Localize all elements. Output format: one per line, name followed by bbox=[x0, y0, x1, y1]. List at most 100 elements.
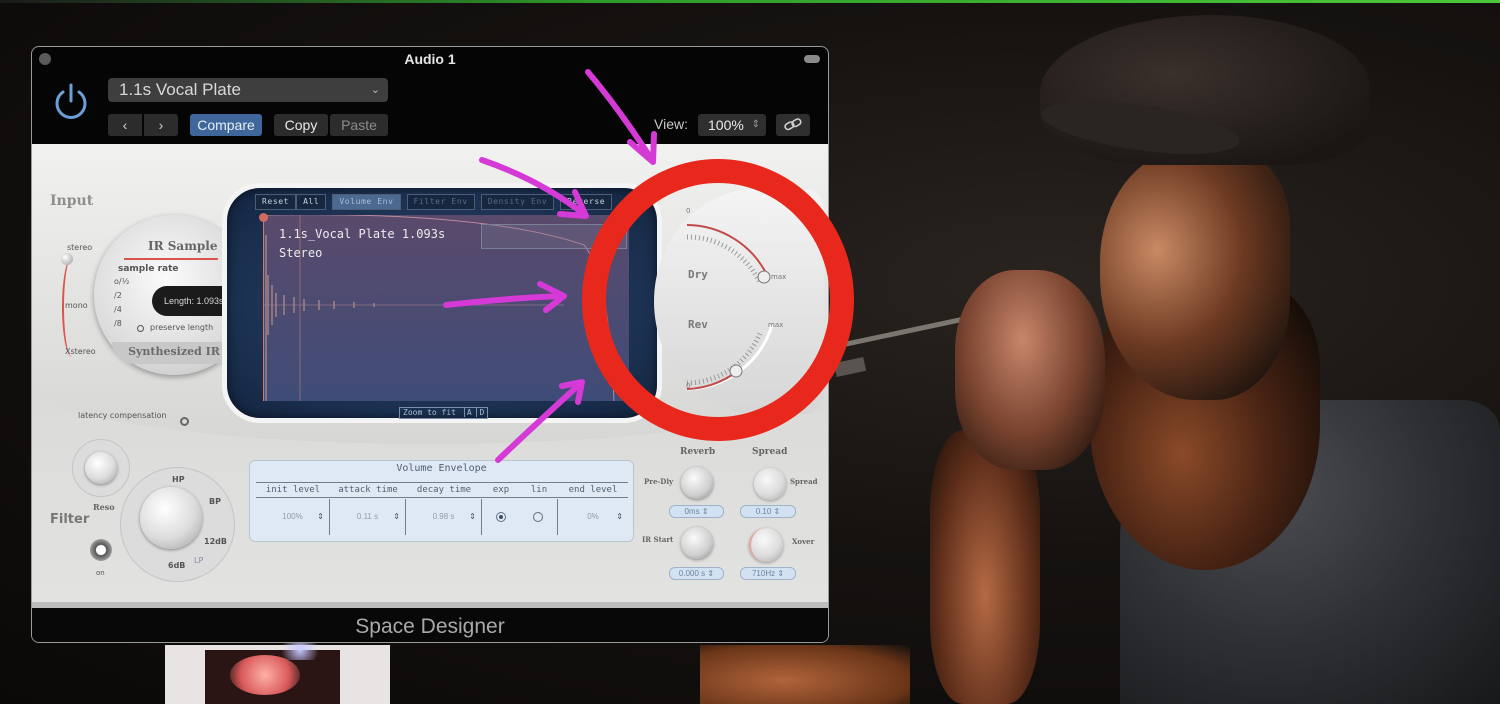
predly-label: Pre-Dly bbox=[644, 477, 674, 486]
dry-slider-handle[interactable] bbox=[757, 270, 771, 284]
preset-dropdown[interactable]: 1.1s Vocal Plate ⌄ bbox=[108, 78, 388, 102]
zoom-a-button[interactable]: A bbox=[463, 408, 472, 417]
tab-filter-env[interactable]: Filter Env bbox=[406, 194, 475, 210]
reset-button[interactable]: Reset bbox=[255, 194, 297, 210]
rev-slider-track[interactable] bbox=[686, 324, 774, 391]
background-arm bbox=[700, 645, 910, 704]
tab-density-env[interactable]: Density Env bbox=[480, 194, 555, 210]
envelope-start-handle[interactable] bbox=[259, 213, 268, 222]
power-icon[interactable] bbox=[50, 81, 92, 123]
window-pill-button[interactable] bbox=[804, 55, 820, 63]
irstart-value: 0.000 s bbox=[678, 569, 706, 578]
input-slider-handle[interactable] bbox=[61, 253, 73, 265]
up-down-icon: ⇕ bbox=[393, 512, 400, 521]
preset-name: 1.1s Vocal Plate bbox=[119, 80, 241, 99]
predly-field[interactable]: 0ms ⇕ bbox=[669, 505, 724, 518]
paste-button[interactable]: Paste bbox=[330, 114, 388, 136]
reso-label: Reso bbox=[93, 502, 115, 512]
zoom-d-button[interactable]: D bbox=[476, 408, 485, 417]
col-decay-time: decay time bbox=[416, 485, 472, 495]
end-level-field[interactable]: 0% ⇕ bbox=[558, 499, 628, 535]
col-init-level: init level bbox=[265, 485, 321, 495]
up-down-icon: ⇕ bbox=[751, 119, 760, 130]
waveform-overview[interactable] bbox=[481, 224, 627, 249]
chevron-down-icon: ⌄ bbox=[370, 84, 380, 96]
decay-time-field[interactable]: 0.98 s ⇕ bbox=[406, 499, 482, 535]
ir-length-value: Length: 1.093s bbox=[164, 296, 224, 306]
init-level-field[interactable]: 100% ⇕ bbox=[256, 499, 330, 535]
predly-knob[interactable] bbox=[681, 467, 713, 499]
ir-sample-indicator bbox=[124, 258, 218, 260]
sample-rate-option[interactable]: o/½ bbox=[114, 277, 129, 286]
sample-rate-option[interactable]: /2 bbox=[114, 291, 122, 300]
singer-face bbox=[1100, 150, 1290, 400]
lin-radio[interactable] bbox=[533, 512, 544, 522]
filter-mode-hp[interactable]: HP bbox=[172, 475, 185, 484]
filter-mode-12db[interactable]: 12dB bbox=[204, 537, 227, 546]
input-stereo-label[interactable]: stereo bbox=[67, 243, 92, 252]
ir-sample-button[interactable]: IR Sample bbox=[148, 239, 218, 253]
filter-label: Filter bbox=[50, 512, 90, 527]
reso-knob[interactable] bbox=[85, 452, 117, 484]
synthesized-ir-button[interactable]: Synthesized IR bbox=[112, 342, 236, 364]
ir-name: 1.1s_Vocal Plate 1.093s bbox=[279, 227, 446, 241]
sample-rate-option[interactable]: /8 bbox=[114, 319, 122, 328]
irstart-field[interactable]: 0.000 s ⇕ bbox=[669, 567, 724, 580]
background-neon-glow bbox=[230, 655, 300, 695]
xover-knob[interactable] bbox=[749, 528, 783, 562]
plugin-name: Space Designer bbox=[355, 615, 505, 638]
predly-value: 0ms bbox=[684, 507, 700, 516]
col-end-level: end level bbox=[568, 485, 618, 495]
decay-time-value: 0.98 s bbox=[432, 512, 455, 521]
singer-forearm bbox=[930, 430, 1040, 704]
envelope-tabs: Reset All Volume Env Filter Env Density … bbox=[255, 194, 613, 210]
spread-field[interactable]: 0.10 ⇕ bbox=[740, 505, 796, 518]
title-bar[interactable]: Audio 1 bbox=[32, 47, 828, 71]
previous-preset-button[interactable]: ‹ bbox=[108, 114, 142, 136]
attack-time-field[interactable]: 0.11 s ⇕ bbox=[330, 499, 406, 535]
link-icon[interactable] bbox=[776, 114, 810, 136]
filter-mode-bp[interactable]: BP bbox=[209, 497, 221, 506]
rev-slider-handle[interactable] bbox=[729, 364, 743, 378]
reverse-button[interactable]: Reverse bbox=[560, 194, 613, 210]
background-light bbox=[275, 640, 325, 660]
next-preset-button[interactable]: › bbox=[144, 114, 178, 136]
zoom-to-fit-label: Zoom to fit bbox=[403, 408, 456, 417]
dry-max-label: max bbox=[771, 273, 787, 281]
filter-mode-6db[interactable]: 6dB bbox=[168, 561, 185, 570]
rev-max-label: max bbox=[768, 321, 784, 329]
filter-on-button[interactable] bbox=[90, 539, 112, 561]
rev-label: Rev bbox=[688, 318, 708, 331]
filter-on-label: on bbox=[96, 569, 105, 577]
window-title: Audio 1 bbox=[404, 51, 456, 67]
copy-button[interactable]: Copy bbox=[274, 114, 328, 136]
col-exp: exp bbox=[492, 485, 510, 495]
view-zoom-select[interactable]: 100% ⇕ bbox=[698, 114, 766, 136]
reverb-section-label: Reverb bbox=[680, 447, 716, 457]
preserve-length-toggle[interactable] bbox=[137, 325, 144, 332]
all-button[interactable]: All bbox=[296, 194, 327, 210]
input-xstereo-label[interactable]: Xstereo bbox=[65, 347, 96, 356]
irstart-label: IR Start bbox=[642, 535, 674, 544]
latency-compensation-toggle[interactable] bbox=[180, 417, 189, 426]
spread-knob[interactable] bbox=[754, 468, 786, 500]
compare-button[interactable]: Compare bbox=[190, 114, 262, 136]
volume-envelope-panel: Volume Envelope init level attack time d… bbox=[249, 460, 634, 542]
tab-volume-env[interactable]: Volume Env bbox=[332, 194, 401, 210]
irstart-knob[interactable] bbox=[681, 527, 713, 559]
up-down-icon: ⇕ bbox=[317, 512, 324, 521]
exp-radio[interactable] bbox=[495, 512, 506, 522]
xover-label: Xover bbox=[792, 537, 815, 546]
spread-section-label: Spread bbox=[752, 447, 788, 457]
filter-mode-lp[interactable]: LP bbox=[194, 556, 203, 565]
input-mono-label[interactable]: mono bbox=[65, 301, 88, 310]
sample-rate-option[interactable]: /4 bbox=[114, 305, 122, 314]
up-down-icon: ⇕ bbox=[469, 512, 476, 521]
xover-field[interactable]: 710Hz ⇕ bbox=[740, 567, 796, 580]
filter-mode-knob[interactable] bbox=[140, 487, 202, 549]
zoom-to-fit-button[interactable]: Zoom to fit A D bbox=[399, 407, 489, 419]
spread-value: 0.10 bbox=[755, 507, 772, 516]
preserve-length-label: preserve length bbox=[150, 323, 214, 332]
rev-zero-label: 0 bbox=[686, 382, 691, 390]
progress-strip bbox=[0, 0, 1500, 3]
